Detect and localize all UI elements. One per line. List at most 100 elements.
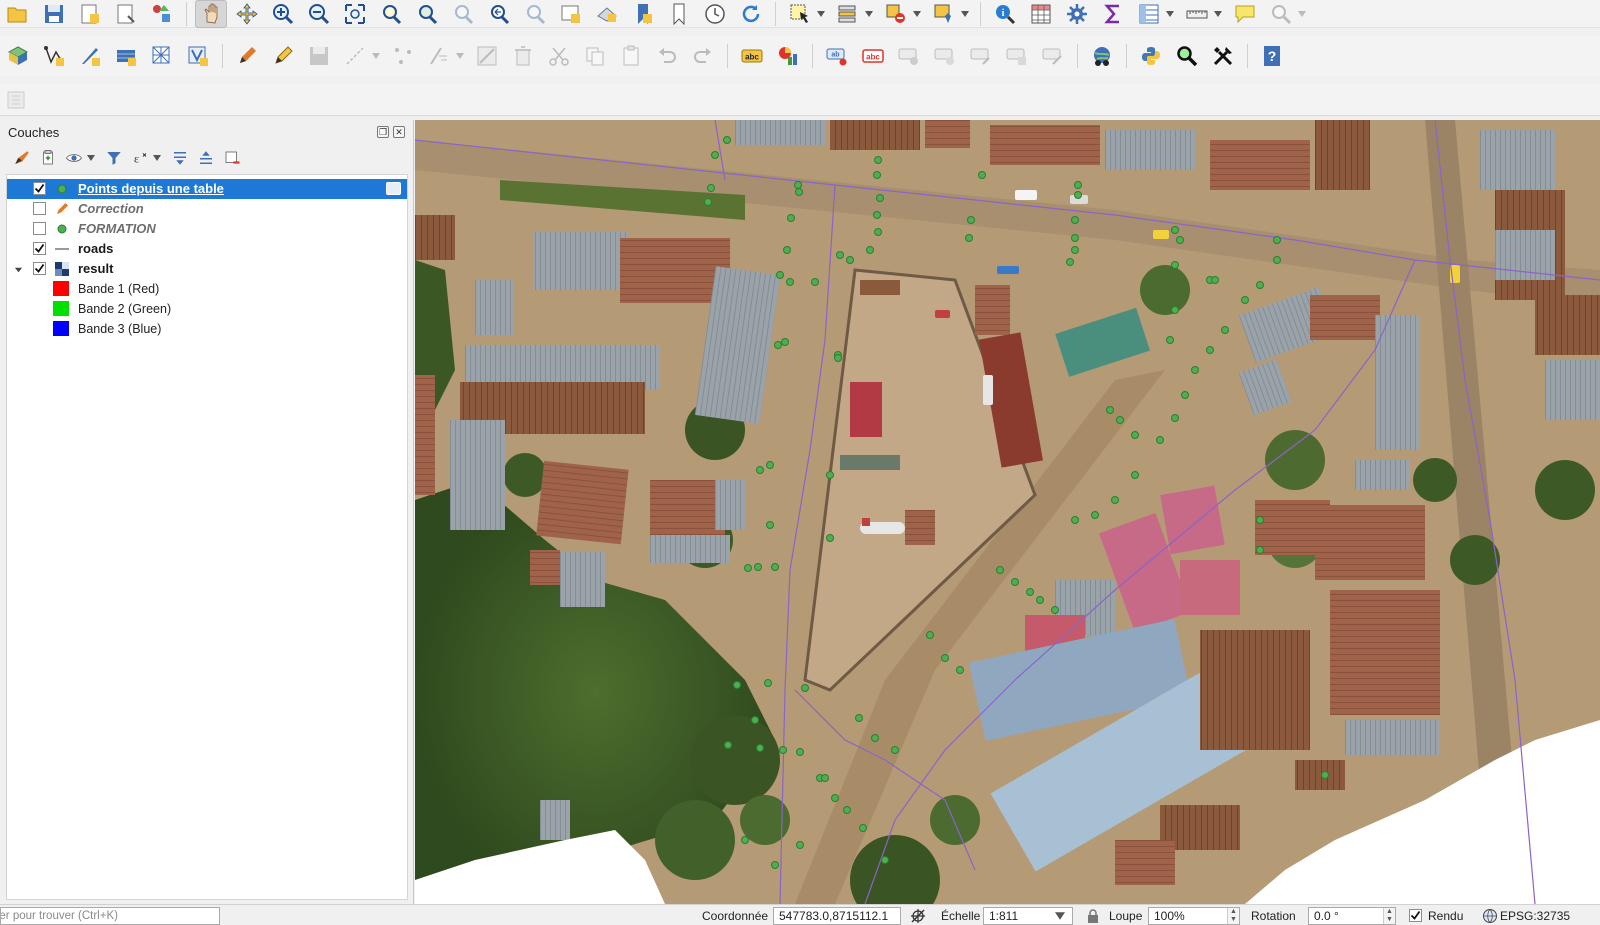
layer-row-correction[interactable]: Correction <box>7 199 407 219</box>
digitize-line-icon[interactable] <box>339 42 371 70</box>
data-source-manager-icon[interactable] <box>2 42 34 70</box>
layer-row-result[interactable]: result <box>7 259 407 279</box>
pan-to-selection-icon[interactable] <box>231 0 263 28</box>
manage-visibility-icon[interactable] <box>62 146 86 170</box>
chevron-down-icon[interactable] <box>1213 0 1223 28</box>
chevron-down-icon[interactable] <box>152 144 162 172</box>
spin-arrows-icon[interactable]: ▲ ▼ <box>1227 908 1239 924</box>
chevron-down-icon[interactable] <box>864 0 874 28</box>
layer-visibility-checkbox[interactable] <box>33 262 46 275</box>
vertex-tool-icon[interactable] <box>387 42 419 70</box>
digitize-icon[interactable] <box>74 42 106 70</box>
locator-search-input[interactable]: per pour trouver (Ctrl+K) <box>0 907 220 925</box>
search-magnifier-icon[interactable] <box>1171 42 1203 70</box>
chevron-down-icon[interactable] <box>1297 0 1307 28</box>
layer-visibility-checkbox[interactable] <box>33 242 46 255</box>
expand-all-icon[interactable] <box>168 146 192 170</box>
move-label-icon[interactable] <box>893 42 925 70</box>
chevron-down-icon[interactable] <box>1165 0 1175 28</box>
pin-labels-icon[interactable]: ab <box>821 42 853 70</box>
layer-row-formation[interactable]: FORMATION <box>7 219 407 239</box>
style-manager-icon[interactable] <box>146 0 178 28</box>
pan-hand-icon[interactable] <box>195 0 227 28</box>
zoom-to-layer-icon[interactable] <box>411 0 443 28</box>
magnifier-spinbox[interactable]: 100% ▲ ▼ <box>1148 907 1240 925</box>
chevron-down-icon[interactable] <box>371 42 381 70</box>
georeferencer-globe-icon[interactable] <box>1086 42 1118 70</box>
delete-selected-icon[interactable] <box>507 42 539 70</box>
paste-features-icon[interactable] <box>615 42 647 70</box>
new-vector-layer-icon[interactable] <box>38 42 70 70</box>
rotate-label-icon[interactable] <box>929 42 961 70</box>
zoom-last-icon[interactable] <box>483 0 515 28</box>
chevron-down-icon[interactable] <box>455 42 465 70</box>
chevron-down-icon[interactable] <box>86 144 96 172</box>
python-console-icon[interactable] <box>1135 42 1167 70</box>
render-checkbox[interactable] <box>1409 909 1422 922</box>
crosshair-toggle-icon[interactable] <box>910 908 926 924</box>
float-panel-icon[interactable]: ❐ <box>377 126 389 138</box>
zoom-in-icon[interactable] <box>267 0 299 28</box>
layer-row-points-depuis-une-table[interactable]: Points depuis une table <box>7 179 407 199</box>
field-calculator-icon[interactable] <box>1133 0 1165 28</box>
current-edits-icon[interactable] <box>231 42 263 70</box>
copy-features-icon[interactable] <box>579 42 611 70</box>
processing-toolbox-icon[interactable] <box>1061 0 1093 28</box>
open-attribute-table-icon[interactable] <box>386 182 401 195</box>
collapse-all-icon[interactable] <box>194 146 218 170</box>
remove-layer-icon[interactable] <box>220 146 244 170</box>
save-project-icon[interactable] <box>38 0 70 28</box>
map-canvas[interactable] <box>415 120 1600 904</box>
help-icon[interactable]: ? <box>1256 42 1288 70</box>
add-virtual-layer-icon[interactable] <box>182 42 214 70</box>
undo-icon[interactable] <box>651 42 683 70</box>
save-edits-icon[interactable] <box>303 42 335 70</box>
tools-wrench-icon[interactable] <box>1207 42 1239 70</box>
show-hide-labels-icon[interactable]: abc <box>857 42 889 70</box>
coordinate-field[interactable]: 547783.0,8715112.1 <box>773 907 901 925</box>
edit-table-icon[interactable] <box>471 42 503 70</box>
zoom-out-icon[interactable] <box>303 0 335 28</box>
show-bookmarks-icon[interactable] <box>663 0 695 28</box>
change-label-icon[interactable] <box>965 42 997 70</box>
chevron-down-icon[interactable] <box>1055 912 1065 920</box>
rotation-spinbox[interactable]: 0.0 ° ▲ ▼ <box>1308 907 1396 925</box>
refresh-icon[interactable] <box>735 0 767 28</box>
crs-label[interactable]: EPSG:32735 <box>1500 909 1570 923</box>
add-wms-layer-icon[interactable] <box>110 42 142 70</box>
measure-line-icon[interactable] <box>1181 0 1213 28</box>
label-properties-icon[interactable] <box>1001 42 1033 70</box>
deselect-features-icon[interactable] <box>880 0 912 28</box>
add-mesh-layer-icon[interactable] <box>146 42 178 70</box>
layer-visibility-checkbox[interactable] <box>33 222 46 235</box>
chevron-down-icon[interactable] <box>960 0 970 28</box>
toggle-editing-icon[interactable] <box>267 42 299 70</box>
cut-features-icon[interactable] <box>543 42 575 70</box>
statistical-summary-icon[interactable] <box>1097 0 1129 28</box>
chevron-down-icon[interactable] <box>816 0 826 28</box>
modify-attributes-icon[interactable] <box>423 42 455 70</box>
select-features-icon[interactable] <box>784 0 816 28</box>
zoom-next-icon[interactable] <box>519 0 551 28</box>
new-map-view-icon[interactable] <box>555 0 587 28</box>
add-group-icon[interactable] <box>36 146 60 170</box>
new-print-layout-icon[interactable] <box>74 0 106 28</box>
layer-visibility-checkbox[interactable] <box>33 182 46 195</box>
layer-diagram-icon[interactable] <box>772 42 804 70</box>
identify-features-icon[interactable]: i <box>989 0 1021 28</box>
open-attribute-table-icon[interactable] <box>1025 0 1057 28</box>
map-tips-icon[interactable] <box>1229 0 1261 28</box>
open-project-icon[interactable] <box>2 0 34 28</box>
label-tool-icon[interactable] <box>1037 42 1069 70</box>
expand-arrow-icon[interactable] <box>11 259 25 279</box>
lock-icon[interactable] <box>1085 908 1101 924</box>
close-panel-icon[interactable]: ✕ <box>393 126 405 138</box>
layout-manager-icon[interactable] <box>110 0 142 28</box>
zoom-full-icon[interactable] <box>339 0 371 28</box>
filter-by-expression-icon[interactable]: ε <box>128 146 152 170</box>
zoom-to-selection-icon[interactable] <box>375 0 407 28</box>
new-spatial-bookmark-icon[interactable] <box>627 0 659 28</box>
chevron-down-icon[interactable] <box>912 0 922 28</box>
spin-arrows-icon[interactable]: ▲ ▼ <box>1383 908 1395 924</box>
new-3d-map-view-icon[interactable] <box>591 0 623 28</box>
